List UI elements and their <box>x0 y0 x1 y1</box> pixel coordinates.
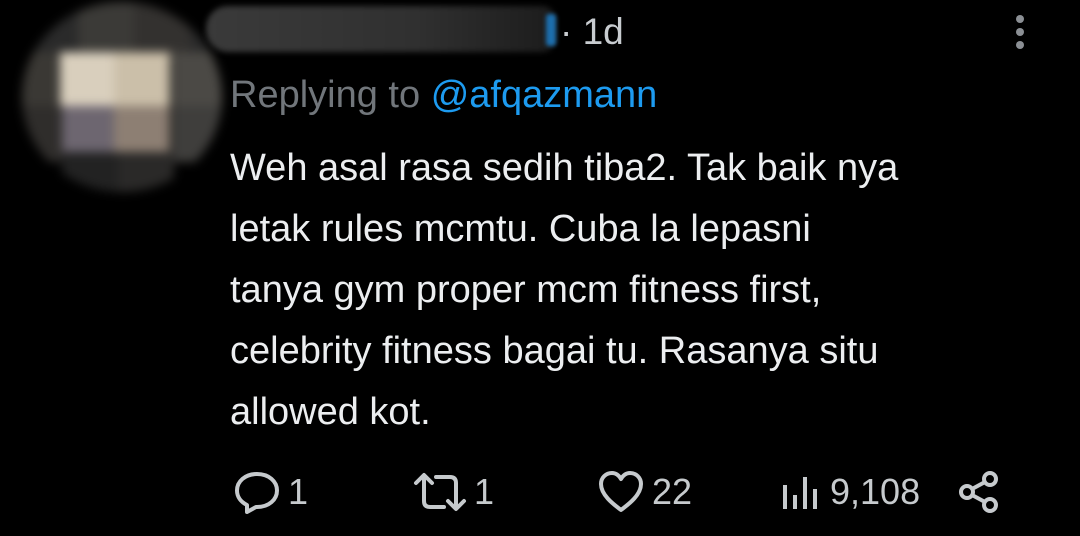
heart-icon <box>599 471 643 512</box>
avatar[interactable] <box>22 2 222 192</box>
tweet-body-line: tanya gym proper mcm fitness first, <box>230 269 822 311</box>
verified-badge-redacted <box>546 14 556 46</box>
replying-to-label: Replying to <box>230 74 421 116</box>
repost-button[interactable]: 1 <box>412 466 494 518</box>
tweet: · 1d Replying to @afqazmann Weh asal ras… <box>0 0 1080 536</box>
replying-to: Replying to @afqazmann <box>230 72 657 118</box>
like-button[interactable]: 22 <box>596 466 692 518</box>
repost-icon <box>414 473 466 511</box>
tweet-body-line: letak rules mcmtu. Cuba la lepasni <box>230 208 811 250</box>
tweet-body-line: allowed kot. <box>230 391 431 433</box>
display-name-redacted[interactable] <box>206 6 556 52</box>
more-options-icon[interactable] <box>1005 10 1035 54</box>
action-bar: 1 1 22 9,108 <box>0 466 1080 518</box>
tweet-body: Weh asal rasa sedih tiba2. Tak baik nya … <box>230 138 1050 443</box>
tweet-timestamp[interactable]: · 1d <box>560 10 624 54</box>
share-icon <box>959 471 998 513</box>
reply-handle-link[interactable]: @afqazmann <box>431 74 658 116</box>
repost-count: 1 <box>474 471 495 512</box>
reply-count: 1 <box>288 471 309 512</box>
share-button[interactable] <box>956 466 1002 518</box>
views-icon <box>783 477 817 509</box>
like-count: 22 <box>652 471 693 512</box>
reply-button[interactable]: 1 <box>232 466 308 518</box>
views-button[interactable]: 9,108 <box>778 466 920 518</box>
tweet-body-line: Weh asal rasa sedih tiba2. Tak baik nya <box>230 147 899 189</box>
view-count: 9,108 <box>830 471 921 512</box>
reply-icon <box>235 472 279 514</box>
tweet-body-line: celebrity fitness bagai tu. Rasanya situ <box>230 330 879 372</box>
